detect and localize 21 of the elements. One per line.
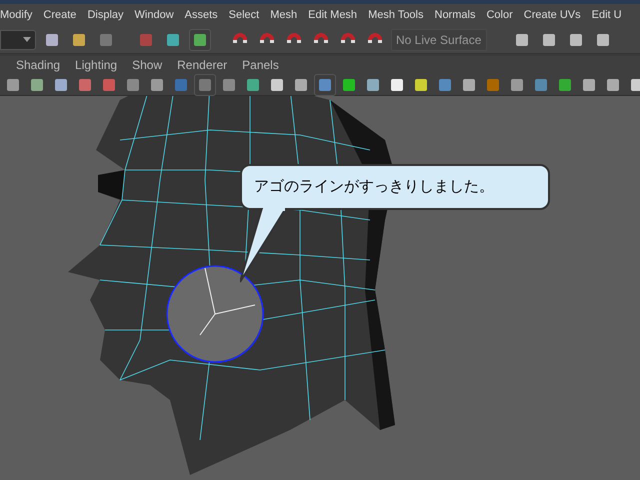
panel-menu-item[interactable]: Show — [132, 56, 162, 74]
menu-item[interactable]: Select — [228, 6, 260, 24]
panel-menu-item[interactable]: Shading — [16, 56, 60, 74]
menu-item[interactable]: Edit Mesh — [308, 6, 358, 24]
menu-item[interactable]: Display — [87, 6, 124, 24]
dropdown-field[interactable] — [0, 30, 36, 50]
menu-item[interactable]: Mesh Tools — [368, 6, 424, 24]
menu-item[interactable]: Create UVs — [524, 6, 581, 24]
menu-item[interactable]: Normals — [434, 6, 476, 24]
caret-icon — [23, 37, 31, 42]
panel-menu-item[interactable]: Lighting — [75, 56, 118, 74]
menu-item[interactable]: Color — [486, 6, 513, 24]
menu-item[interactable]: Assets — [184, 6, 218, 24]
panel-menu-item[interactable]: Panels — [242, 56, 279, 74]
menu-item[interactable]: Mesh — [270, 6, 298, 24]
menu-item[interactable]: Modify — [0, 6, 32, 24]
menu-item[interactable]: Window — [134, 6, 174, 24]
live-surface-field[interactable]: No Live Surface — [391, 28, 487, 50]
menu-item[interactable]: Edit U — [592, 6, 622, 24]
panel-menu-item[interactable]: Renderer — [177, 56, 228, 74]
menu-item[interactable]: Create — [43, 6, 76, 24]
